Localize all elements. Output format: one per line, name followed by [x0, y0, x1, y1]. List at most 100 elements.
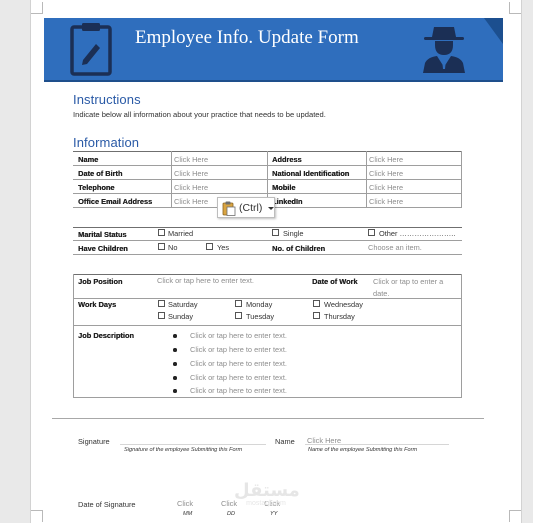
- instructions-text: Indicate below all information about you…: [73, 110, 326, 119]
- single-checkbox[interactable]: [272, 229, 279, 236]
- job-table-border: [73, 397, 462, 398]
- work-days-label: Work Days: [78, 300, 117, 309]
- wednesday-checkbox[interactable]: [313, 300, 320, 307]
- linkedin-label: LinkedIn: [272, 197, 303, 206]
- crop-mark: [509, 510, 521, 522]
- job-description-item[interactable]: Click or tap here to enter text.: [190, 386, 287, 395]
- paste-clipboard-icon: [222, 201, 236, 221]
- number-of-children-label: No. of Children: [272, 244, 325, 253]
- list-bullet: [173, 376, 177, 380]
- information-heading: Information: [73, 135, 140, 150]
- date-of-work-label: Date of Work: [312, 277, 358, 286]
- info-table-line: [366, 151, 367, 207]
- chevron-down-icon: [268, 207, 274, 210]
- year-caption: YY: [270, 511, 278, 517]
- saturday-checkbox[interactable]: [158, 300, 165, 307]
- tuesday-option: Tuesday: [246, 312, 275, 321]
- thursday-checkbox[interactable]: [313, 312, 320, 319]
- other-checkbox[interactable]: [368, 229, 375, 236]
- paste-options-label: (Ctrl): [239, 202, 263, 214]
- job-table-border: [73, 274, 462, 275]
- job-position-label: Job Position: [78, 277, 123, 286]
- signature-month-field[interactable]: Click: [177, 499, 193, 508]
- list-bullet: [173, 362, 177, 366]
- married-option: Married: [168, 229, 194, 238]
- job-description-item[interactable]: Click or tap here to enter text.: [190, 359, 287, 368]
- national-id-field[interactable]: Click Here: [369, 169, 403, 178]
- thursday-option: Thursday: [324, 312, 355, 321]
- job-description-item[interactable]: Click or tap here to enter text.: [190, 345, 287, 354]
- address-field[interactable]: Click Here: [369, 155, 403, 164]
- number-of-children-dropdown[interactable]: Choose an item.: [368, 243, 422, 252]
- name-label: Name: [78, 155, 99, 164]
- info-table-line: [171, 151, 172, 207]
- tuesday-checkbox[interactable]: [235, 312, 242, 319]
- month-caption: MM: [183, 511, 193, 517]
- date-of-signature-label: Date of Signature: [78, 500, 136, 509]
- national-id-label: National Identification: [272, 169, 350, 178]
- name-field[interactable]: Click Here: [174, 155, 208, 164]
- sunday-option: Sunday: [168, 312, 194, 321]
- monday-checkbox[interactable]: [235, 300, 242, 307]
- date-of-birth-field[interactable]: Click Here: [174, 169, 208, 178]
- signature-caption: Signature of the employee Submitting thi…: [124, 447, 243, 453]
- saturday-option: Saturday: [168, 300, 198, 309]
- info-table-line: [461, 151, 462, 207]
- crop-mark: [509, 2, 521, 14]
- page-edge: [521, 0, 522, 523]
- list-bullet: [173, 348, 177, 352]
- list-bullet: [173, 334, 177, 338]
- office-email-label: Office Email Address: [78, 197, 153, 206]
- telephone-label: Telephone: [78, 183, 115, 192]
- mobile-label: Mobile: [272, 183, 296, 192]
- status-table-border: [73, 254, 462, 255]
- children-yes-option: Yes: [217, 243, 230, 252]
- job-table-line: [73, 325, 462, 326]
- monday-option: Monday: [246, 300, 273, 309]
- job-table-border: [73, 274, 74, 398]
- paste-options-button[interactable]: (Ctrl): [217, 197, 275, 218]
- date-of-work-field[interactable]: Click or tap to enter a date.: [373, 276, 455, 300]
- spy-agent-icon: [420, 23, 468, 73]
- wednesday-option: Wednesday: [324, 300, 363, 309]
- crop-mark: [31, 2, 43, 14]
- mobile-field[interactable]: Click Here: [369, 183, 403, 192]
- form-title: Employee Info. Update Form: [135, 27, 359, 48]
- other-option: Other …………………..: [379, 229, 456, 238]
- banner-stripe: [44, 80, 503, 82]
- section-divider: [52, 418, 484, 419]
- day-caption: DD: [227, 511, 236, 517]
- job-table-border: [461, 274, 462, 398]
- single-option: Single: [283, 229, 304, 238]
- job-description-label: Job Description: [78, 331, 134, 340]
- linkedin-field[interactable]: Click Here: [369, 197, 403, 206]
- signature-field[interactable]: [120, 435, 266, 445]
- married-checkbox[interactable]: [158, 229, 165, 236]
- watermark: مستقل mostaql.com: [234, 480, 300, 510]
- job-description-item[interactable]: Click or tap here to enter text.: [190, 373, 287, 382]
- watermark-text: مستقل: [234, 480, 300, 500]
- telephone-field[interactable]: Click Here: [174, 183, 208, 192]
- page-edge: [30, 0, 31, 523]
- have-children-label: Have Children: [78, 244, 128, 253]
- office-email-field[interactable]: Click Here: [174, 197, 208, 206]
- sunday-checkbox[interactable]: [158, 312, 165, 319]
- job-position-field[interactable]: Click or tap here to enter text.: [157, 276, 254, 285]
- crop-mark: [31, 510, 43, 522]
- marital-status-label: Marital Status: [78, 230, 127, 239]
- signature-label: Signature: [78, 437, 110, 446]
- date-of-birth-label: Date of Birth: [78, 169, 123, 178]
- status-table-border: [73, 227, 462, 228]
- status-table-line: [73, 240, 462, 241]
- watermark-subtext: mostaql.com: [246, 500, 286, 507]
- address-label: Address: [272, 155, 302, 164]
- job-description-item[interactable]: Click or tap here to enter text.: [190, 331, 287, 340]
- name-signature-underline: [305, 435, 449, 445]
- children-no-checkbox[interactable]: [158, 243, 165, 250]
- children-yes-checkbox[interactable]: [206, 243, 213, 250]
- instructions-heading: Instructions: [73, 92, 141, 107]
- list-bullet: [173, 389, 177, 393]
- name-signature-label: Name: [275, 437, 295, 446]
- clipboard-pen-icon: [70, 22, 112, 76]
- name-caption: Name of the employee Submitting this For…: [308, 447, 418, 453]
